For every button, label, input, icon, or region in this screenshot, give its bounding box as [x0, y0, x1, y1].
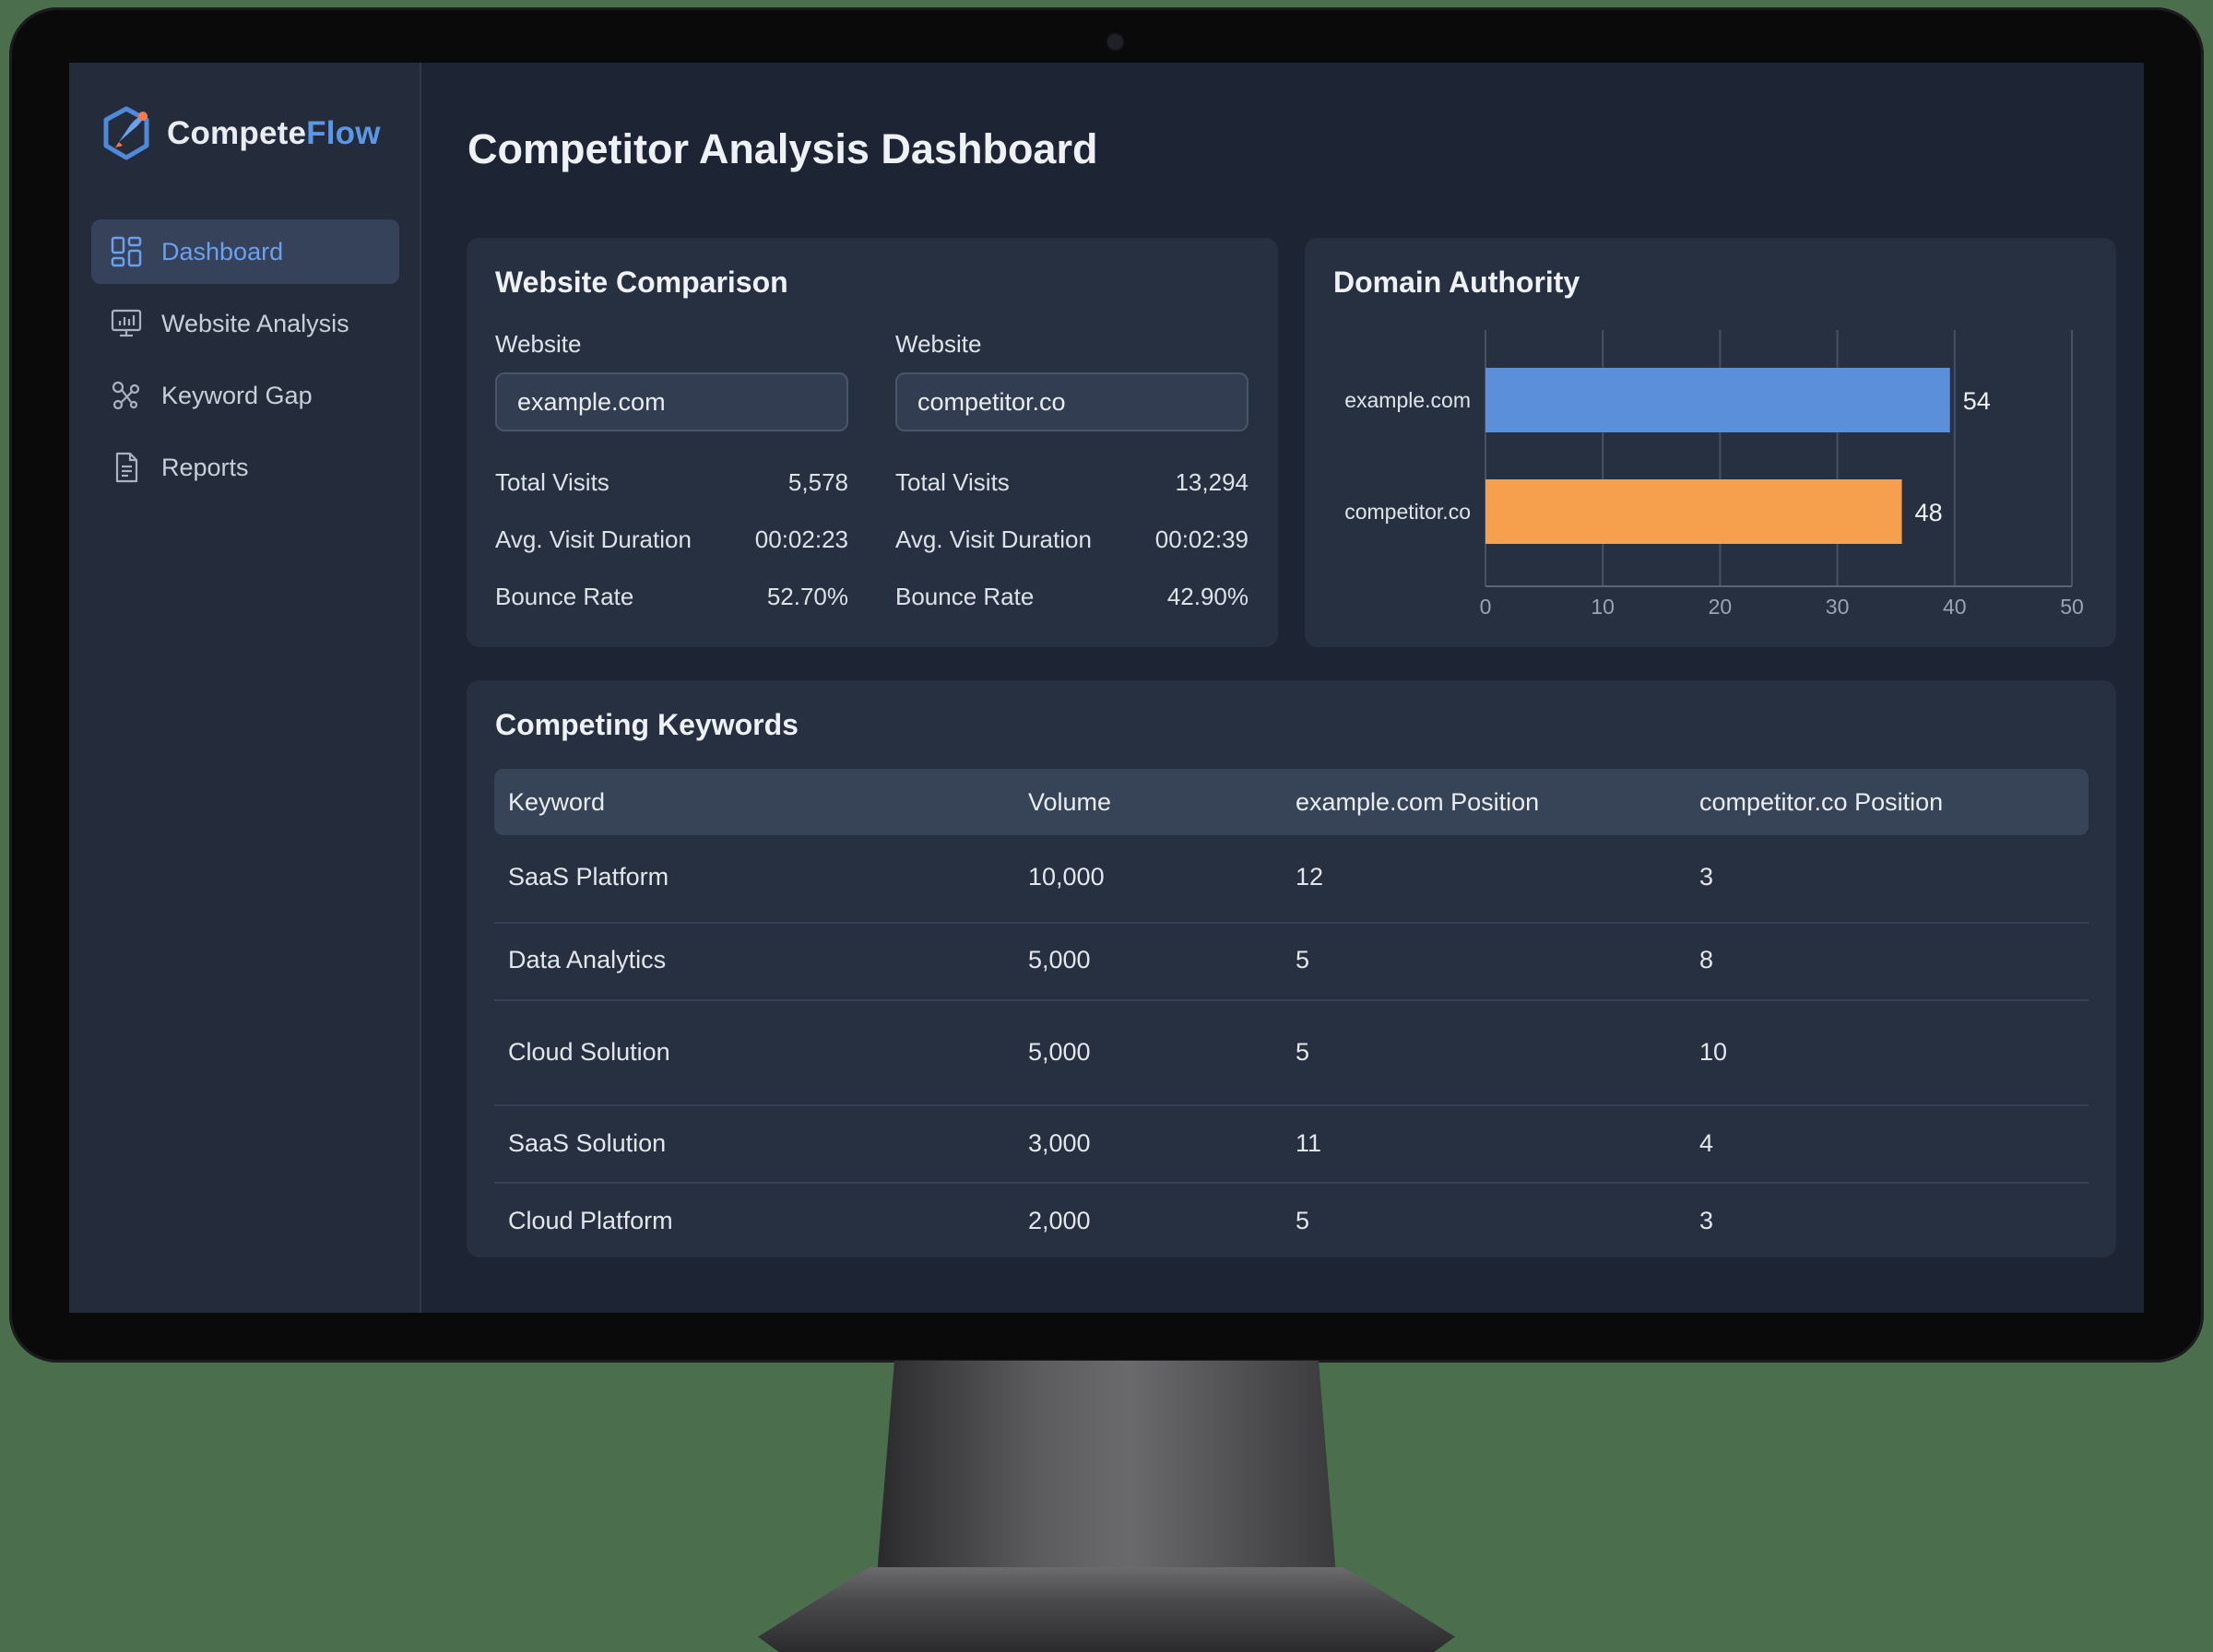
stat-label: Avg. Visit Duration — [495, 525, 692, 553]
monitor-stand-base — [758, 1567, 1455, 1652]
app-name-part2: Flow — [306, 115, 381, 151]
column-header-example-position[interactable]: example.com Position — [1296, 769, 1539, 835]
cell-competitor-position: 4 — [1699, 1129, 1714, 1157]
document-icon — [115, 452, 138, 483]
competing-keywords-card: Competing Keywords Keyword Volume exampl… — [467, 680, 2116, 1257]
x-tick-label: 0 — [1480, 595, 1492, 619]
cell-volume: 2,000 — [1028, 1207, 1091, 1234]
bar — [1485, 479, 1902, 544]
card-title: Competing Keywords — [495, 708, 799, 741]
table-row[interactable]: Cloud Solution 5,000 5 10 — [494, 1001, 2089, 1106]
x-tick-label: 40 — [1943, 595, 1967, 619]
data-label: 48 — [1915, 499, 1943, 526]
x-tick-label: 20 — [1709, 595, 1733, 619]
stat-value: 5,578 — [787, 468, 848, 496]
data-label: 54 — [1963, 387, 1991, 415]
stat-row: Bounce Rate 42.90% — [895, 583, 1249, 611]
cell-keyword: Cloud Platform — [508, 1207, 673, 1234]
stat-label: Avg. Visit Duration — [895, 525, 1092, 553]
cell-competitor-position: 8 — [1699, 946, 1714, 974]
website-input-primary[interactable]: example.com — [495, 372, 848, 431]
stat-label: Bounce Rate — [895, 583, 1035, 610]
stat-row: Total Visits 13,294 — [895, 468, 1249, 497]
cell-keyword: Data Analytics — [508, 946, 667, 974]
cell-competitor-position: 10 — [1699, 1038, 1728, 1066]
card-title: Website Comparison — [495, 266, 788, 299]
page-title: Competitor Analysis Dashboard — [467, 125, 1098, 172]
app-screen: CompeteFlow Dashboard Website Analysis K… — [69, 63, 2144, 1313]
stat-value: 13,294 — [1175, 468, 1249, 496]
website-input-competitor[interactable]: competitor.co — [895, 372, 1249, 431]
cell-example-position: 12 — [1296, 863, 1324, 891]
sidebar-item-dashboard[interactable]: Dashboard — [91, 219, 399, 284]
stat-label: Bounce Rate — [495, 583, 634, 610]
cell-example-position: 5 — [1296, 946, 1310, 974]
nodes-icon — [112, 381, 140, 410]
monitor-stand-neck — [876, 1361, 1337, 1587]
sidebar: CompeteFlow Dashboard Website Analysis K… — [69, 63, 421, 1313]
cell-keyword: Cloud Solution — [508, 1038, 670, 1066]
cell-volume: 5,000 — [1028, 946, 1091, 974]
cell-competitor-position: 3 — [1699, 1207, 1714, 1234]
website-label: Website — [895, 330, 982, 358]
sidebar-item-label: Reports — [161, 453, 249, 481]
cell-example-position: 5 — [1296, 1207, 1310, 1234]
cell-volume: 10,000 — [1028, 863, 1105, 891]
app-name-part1: Compete — [167, 115, 307, 151]
cell-example-position: 11 — [1296, 1129, 1322, 1157]
x-tick-label: 10 — [1591, 595, 1615, 619]
x-tick-label: 30 — [1826, 595, 1850, 619]
table-row[interactable]: SaaS Platform 10,000 12 3 — [494, 835, 2089, 924]
stat-row: Avg. Visit Duration 00:02:23 — [495, 525, 848, 554]
stat-value: 42.90% — [1166, 583, 1249, 610]
monitor-chart-icon — [111, 309, 142, 337]
stat-label: Total Visits — [895, 468, 1010, 496]
app-name: CompeteFlow — [167, 115, 381, 152]
sidebar-item-label: Keyword Gap — [161, 381, 313, 409]
website-label: Website — [495, 330, 582, 358]
domain-authority-card: Domain Authority 0 10 20 30 40 50 example.com 5… — [1305, 238, 2116, 647]
cell-example-position: 5 — [1296, 1038, 1310, 1066]
column-header-volume[interactable]: Volume — [1028, 769, 1111, 835]
stat-row: Total Visits 5,578 — [495, 468, 848, 497]
cell-keyword: SaaS Solution — [508, 1129, 667, 1157]
camera-icon — [1107, 34, 1123, 50]
table-header: Keyword Volume example.com Position comp… — [494, 769, 2089, 835]
sidebar-item-label: Website Analysis — [161, 309, 349, 337]
cell-volume: 3,000 — [1028, 1129, 1091, 1157]
sidebar-nav: Dashboard Website Analysis Keyword Gap R… — [91, 219, 399, 507]
domain-authority-chart: 0 10 20 30 40 50 example.com 54 competitor.co 48 — [1344, 330, 2084, 619]
sidebar-item-keyword-gap[interactable]: Keyword Gap — [91, 363, 399, 428]
website-comparison-card: Website Comparison Website example.com T… — [467, 238, 1278, 647]
column-header-keyword[interactable]: Keyword — [508, 769, 605, 835]
sidebar-item-website-analysis[interactable]: Website Analysis — [91, 291, 399, 356]
stat-row: Bounce Rate 52.70% — [495, 583, 848, 611]
category-label: competitor.co — [1344, 500, 1471, 524]
cell-volume: 5,000 — [1028, 1038, 1091, 1066]
stat-label: Total Visits — [495, 468, 609, 496]
sidebar-item-label: Dashboard — [161, 237, 284, 266]
stat-row: Avg. Visit Duration 00:02:39 — [895, 525, 1249, 554]
table-row[interactable]: Data Analytics 5,000 5 8 — [494, 924, 2089, 1001]
category-label: example.com — [1344, 388, 1471, 412]
table-row[interactable]: SaaS Solution 3,000 11 4 — [494, 1106, 2089, 1184]
cell-keyword: SaaS Platform — [508, 863, 669, 891]
stat-value: 52.70% — [766, 583, 848, 610]
cell-competitor-position: 3 — [1699, 863, 1714, 891]
table-row[interactable]: Cloud Platform 2,000 5 3 — [494, 1184, 2089, 1257]
column-header-competitor-position[interactable]: competitor.co Position — [1699, 769, 1943, 835]
stat-value: 00:02:39 — [1154, 525, 1249, 553]
x-tick-label: 50 — [2060, 595, 2084, 619]
rocket-hexagon-icon — [103, 106, 149, 160]
bar — [1485, 368, 1950, 432]
brand-logo[interactable]: CompeteFlow — [102, 105, 381, 162]
stat-value: 00:02:23 — [754, 525, 848, 553]
dashboard-grid-icon — [111, 236, 142, 267]
sidebar-item-reports[interactable]: Reports — [91, 435, 399, 500]
